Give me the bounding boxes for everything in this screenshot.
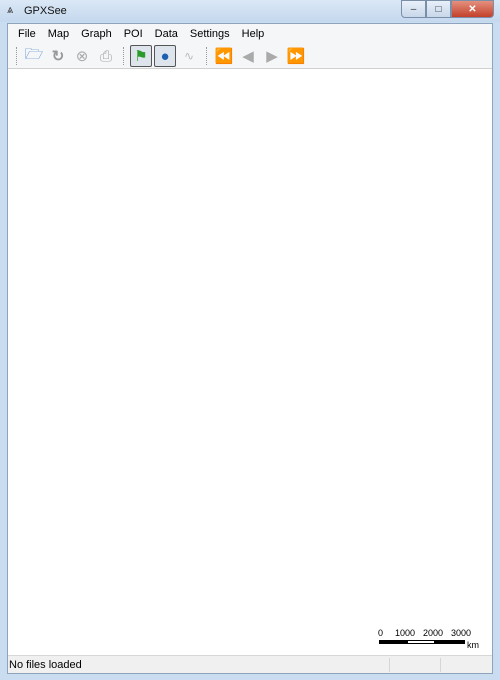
menu-graph[interactable]: Graph (75, 28, 118, 40)
scale-label: 2000 (423, 628, 444, 638)
scale-label: 1000 (395, 628, 416, 638)
close-file-icon[interactable]: ⊗ (71, 45, 93, 67)
menu-file[interactable]: File (12, 28, 42, 40)
scale-segment (379, 640, 407, 644)
menu-settings[interactable]: Settings (184, 28, 236, 40)
scale-label: 0 (378, 628, 384, 638)
scale-segment (407, 640, 435, 644)
scale-unit: km (467, 640, 479, 650)
scale-label: 3000 (451, 628, 472, 638)
open-file-icon[interactable]: 🗁 (23, 45, 45, 67)
menu-map[interactable]: Map (42, 28, 75, 40)
maximize-icon: □ (435, 3, 442, 15)
previous-icon[interactable]: ◀ (237, 45, 259, 67)
reload-icon[interactable]: ↻ (47, 45, 69, 67)
menu-poi[interactable]: POI (118, 28, 149, 40)
menu-help[interactable]: Help (236, 28, 271, 40)
main-window: File Map Graph POI Data Settings Help 🗁 … (7, 23, 493, 674)
status-text: No files loaded (9, 659, 82, 671)
map-view[interactable]: 0 1000 2000 3000 km (8, 69, 492, 656)
maximize-button[interactable]: □ (426, 0, 451, 18)
close-button[interactable]: ✕ (451, 0, 494, 18)
first-icon[interactable]: ⏪ (213, 45, 235, 67)
app-icon: ⩓ (7, 4, 14, 16)
toolbar-grip[interactable] (16, 47, 19, 65)
show-graphs-icon[interactable]: ∿ (178, 45, 200, 67)
show-map-icon[interactable]: ● (154, 45, 176, 67)
toolbar: 🗁 ↻ ⊗ ⎙ ⚑ ● ∿ ⏪ ◀ ▶ ⏩ (8, 44, 492, 69)
status-divider (440, 658, 441, 672)
last-icon[interactable]: ⏩ (285, 45, 307, 67)
show-poi-icon[interactable]: ⚑ (130, 45, 152, 67)
minimize-button[interactable]: – (401, 0, 426, 18)
menu-data[interactable]: Data (149, 28, 184, 40)
scale-bar: 0 1000 2000 3000 km (378, 628, 486, 650)
status-divider (389, 658, 390, 672)
scale-segment (435, 640, 465, 644)
minimize-icon: – (410, 3, 417, 15)
print-icon[interactable]: ⎙ (95, 45, 117, 67)
next-icon[interactable]: ▶ (261, 45, 283, 67)
title-bar: ⩓ GPXSee – □ ✕ (0, 0, 500, 22)
window-title: GPXSee (24, 5, 67, 17)
menu-bar: File Map Graph POI Data Settings Help (8, 24, 492, 44)
close-icon: ✕ (468, 3, 477, 15)
toolbar-grip[interactable] (206, 47, 209, 65)
status-bar: No files loaded (8, 655, 492, 673)
toolbar-grip[interactable] (123, 47, 126, 65)
